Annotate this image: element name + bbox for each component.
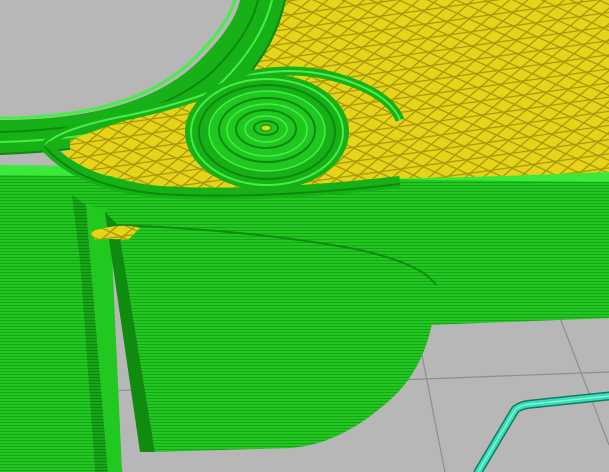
left-column-wall (0, 177, 122, 472)
circular-boss (185, 74, 349, 190)
slicer-3d-viewport[interactable] (0, 0, 609, 472)
model-preview-canvas[interactable] (0, 0, 609, 472)
